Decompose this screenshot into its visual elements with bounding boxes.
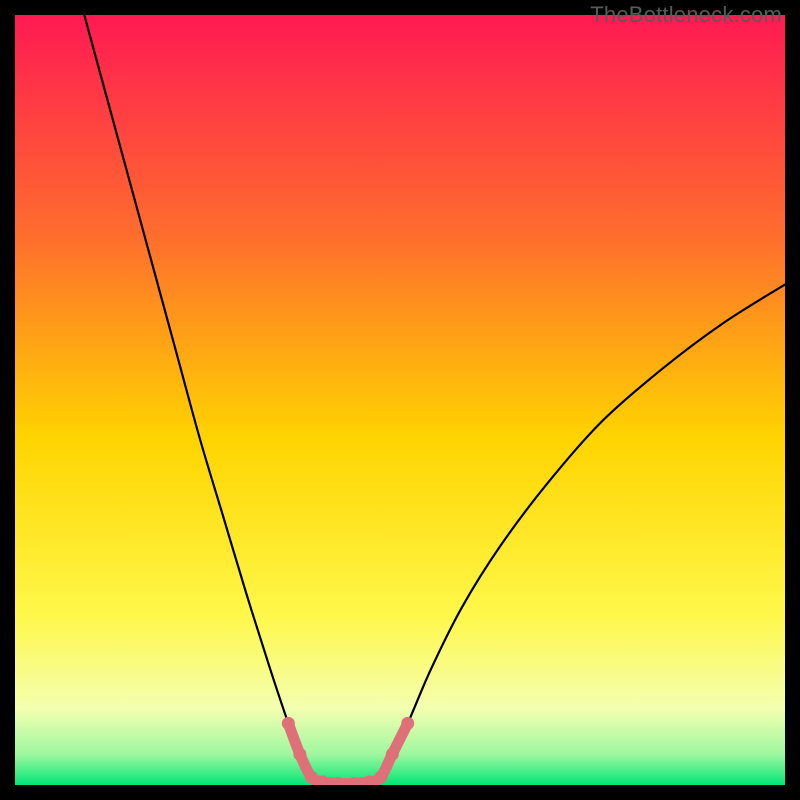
highlight-dot [305, 771, 318, 784]
highlight-dot [401, 717, 414, 730]
chart-frame [15, 15, 785, 785]
highlight-dot [386, 748, 399, 761]
highlight-dot [293, 748, 306, 761]
gradient-background [15, 15, 785, 785]
bottleneck-chart [15, 15, 785, 785]
highlight-dot [374, 771, 387, 784]
watermark-text: TheBottleneck.com [590, 2, 782, 28]
highlight-dot [282, 717, 295, 730]
